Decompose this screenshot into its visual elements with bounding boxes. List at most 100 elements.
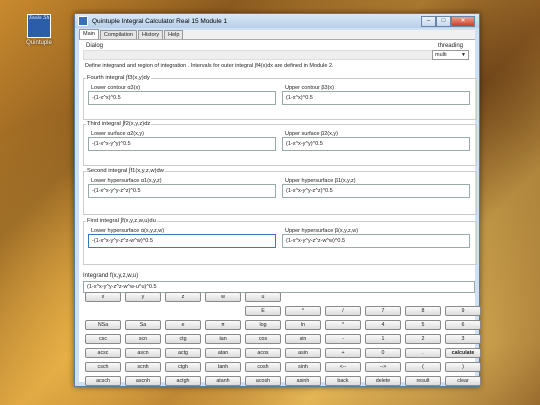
key-e-exp-button[interactable]: E	[245, 306, 281, 316]
key-sa-button[interactable]: Sa	[125, 320, 161, 330]
key-csc-button[interactable]: csc	[85, 334, 121, 344]
key-result-button[interactable]: result	[405, 376, 441, 386]
key-plus-button[interactable]: +	[325, 348, 361, 358]
key-ascn-button[interactable]: ascn	[125, 348, 161, 358]
title-bar[interactable]: Quintuple Integral Calculator Real 15 Mo…	[75, 14, 479, 28]
main-panel: Dialog threading multi ▼ Define integran…	[79, 39, 481, 386]
key-9-button[interactable]: 9	[445, 306, 481, 316]
tab-help[interactable]: Help	[164, 30, 184, 39]
key-e-button[interactable]: e	[165, 320, 201, 330]
key-u-button[interactable]: u	[245, 292, 281, 302]
lower-contour-input[interactable]: -(1-x^x)^0.5	[88, 91, 276, 105]
minimize-button[interactable]: –	[421, 15, 436, 27]
key-tanh-button[interactable]: tanh	[205, 362, 241, 372]
upper-contour-field: Upper contour β3(x) (1-x^x)^0.5	[282, 85, 470, 105]
key-nsa-button[interactable]: NSa	[85, 320, 121, 330]
key-actgh-button[interactable]: actgh	[165, 376, 201, 386]
key-minus-button[interactable]: -	[325, 334, 361, 344]
key-y-button[interactable]: y	[125, 292, 161, 302]
desktop-icon-label: Quintuple	[26, 40, 52, 46]
key-asin-button[interactable]: asin	[285, 348, 321, 358]
key-3-button[interactable]: 3	[445, 334, 481, 344]
lower-contour-field: Lower contour α3(x) -(1-x^x)^0.5	[88, 85, 276, 105]
group-title: First integral ∫f(x,y,z,w,u)du	[86, 218, 157, 224]
key-divide-button[interactable]: /	[325, 306, 361, 316]
dialog-field	[83, 50, 441, 60]
key-scnh-button[interactable]: scnh	[125, 362, 161, 372]
key-dot-button[interactable]: .	[405, 348, 441, 358]
upper-surface-input[interactable]: (1-x^x-y^y)^0.5	[282, 137, 470, 151]
key-back-button[interactable]: back	[325, 376, 361, 386]
group-title: Third integral ∫f2(x,y,z)dz	[86, 121, 152, 127]
key-x-button[interactable]: x	[85, 292, 121, 302]
key-ctg-button[interactable]: ctg	[165, 334, 201, 344]
key-ascnh-button[interactable]: ascnh	[125, 376, 161, 386]
key-scn-button[interactable]: scn	[125, 334, 161, 344]
key-atanh-button[interactable]: atanh	[205, 376, 241, 386]
upper-hypersurface1-field: Upper hypersurface β1(x,y,z) (1-x^x-y^y-…	[282, 178, 470, 198]
lower-hypersurface1-input[interactable]: -(1-x^x-y^y-z^z)^0.5	[88, 184, 276, 198]
threading-label: threading	[437, 43, 463, 49]
integrand-section: Integrand f(x,y,z,w,u) (1-x^x-y^y-z^z-w^…	[83, 273, 475, 293]
calculator-keypad: x y z w u E ^/7 8 9 NSa Sa e π log ln * 4 5 6 csc scn ctg tan c…	[85, 291, 481, 401]
key-close-paren-button[interactable]: )	[445, 362, 481, 372]
desktop-app-icon[interactable]: Tools 5h Quintuple	[20, 14, 58, 46]
upper-hypersurface-field: Upper hypersurface β(x,y,z,w) (1-x^x-y^y…	[282, 228, 470, 248]
key-tan-button[interactable]: tan	[205, 334, 241, 344]
tab-main[interactable]: Main	[79, 29, 99, 39]
integrand-label: Integrand f(x,y,z,w,u)	[83, 273, 139, 279]
key-7-button[interactable]: 7	[365, 306, 401, 316]
dialog-label: Dialog	[86, 43, 104, 49]
key-cursor-left-button[interactable]: <--	[325, 362, 361, 372]
key-0-button[interactable]: 0	[365, 348, 401, 358]
key-calculate-button[interactable]: calculate	[445, 348, 481, 358]
upper-hypersurface1-input[interactable]: (1-x^x-y^y-z^z)^0.5	[282, 184, 470, 198]
key-1-button[interactable]: 1	[365, 334, 401, 344]
key-acos-button[interactable]: acos	[245, 348, 281, 358]
key-ctgh-button[interactable]: ctgh	[165, 362, 201, 372]
tab-history[interactable]: History	[137, 30, 164, 39]
key-4-button[interactable]: 4	[365, 320, 401, 330]
group-title: Fourth integral ∫f3(x,y)dy	[86, 75, 151, 81]
close-button[interactable]: ✕	[451, 15, 475, 27]
key-delete-button[interactable]: delete	[365, 376, 401, 386]
key-atan-button[interactable]: atan	[205, 348, 241, 358]
lower-hypersurface-input[interactable]: -(1-x^x-y^y-z^z-w^w)^0.5	[88, 234, 276, 248]
quintuple-app-icon: Tools 5h	[27, 14, 51, 38]
tab-compilation[interactable]: Compilation	[99, 30, 137, 39]
key-acsch-button[interactable]: acsch	[85, 376, 121, 386]
key-w-button[interactable]: w	[205, 292, 241, 302]
key-cursor-right-button[interactable]: -->	[365, 362, 401, 372]
first-integral-group: First integral ∫f(x,y,z,w,u)du Lower hyp…	[83, 218, 477, 265]
upper-contour-input[interactable]: (1-x^x)^0.5	[282, 91, 470, 105]
key-6-button[interactable]: 6	[445, 320, 481, 330]
dialog-row: Dialog threading multi ▼	[83, 42, 471, 60]
lower-surface-field: Lower surface α2(x,y) -(1-x^x-y^y)^0.5	[88, 131, 276, 151]
key-8-button[interactable]: 8	[405, 306, 441, 316]
key-cosh-button[interactable]: cosh	[245, 362, 281, 372]
key-acosh-button[interactable]: acosh	[245, 376, 281, 386]
key-clear-button[interactable]: clear	[445, 376, 481, 386]
key-5-button[interactable]: 5	[405, 320, 441, 330]
key-z-button[interactable]: z	[165, 292, 201, 302]
key-actg-button[interactable]: actg	[165, 348, 201, 358]
key-cos-button[interactable]: cos	[245, 334, 281, 344]
upper-hypersurface-input[interactable]: (1-x^x-y^y-z^z-w^w)^0.5	[282, 234, 470, 248]
client-area: Main Compilation History Help Dialog thr…	[79, 29, 481, 386]
maximize-button[interactable]: □	[436, 15, 451, 27]
key-asinh-button[interactable]: asinh	[285, 376, 321, 386]
key-multiply-button[interactable]: *	[325, 320, 361, 330]
key-ln-button[interactable]: ln	[285, 320, 321, 330]
key-pi-button[interactable]: π	[205, 320, 241, 330]
key-log-button[interactable]: log	[245, 320, 281, 330]
key-open-paren-button[interactable]: (	[405, 362, 441, 372]
key-sinh-button[interactable]: sinh	[285, 362, 321, 372]
threading-select[interactable]: multi ▼	[432, 50, 469, 60]
key-acsc-button[interactable]: acsc	[85, 348, 121, 358]
key-sin-button[interactable]: sin	[285, 334, 321, 344]
key-csch-button[interactable]: csch	[85, 362, 121, 372]
upper-surface-field: Upper surface β2(x,y) (1-x^x-y^y)^0.5	[282, 131, 470, 151]
lower-surface-input[interactable]: -(1-x^x-y^y)^0.5	[88, 137, 276, 151]
key-2-button[interactable]: 2	[405, 334, 441, 344]
key-power-button[interactable]: ^	[285, 306, 321, 316]
